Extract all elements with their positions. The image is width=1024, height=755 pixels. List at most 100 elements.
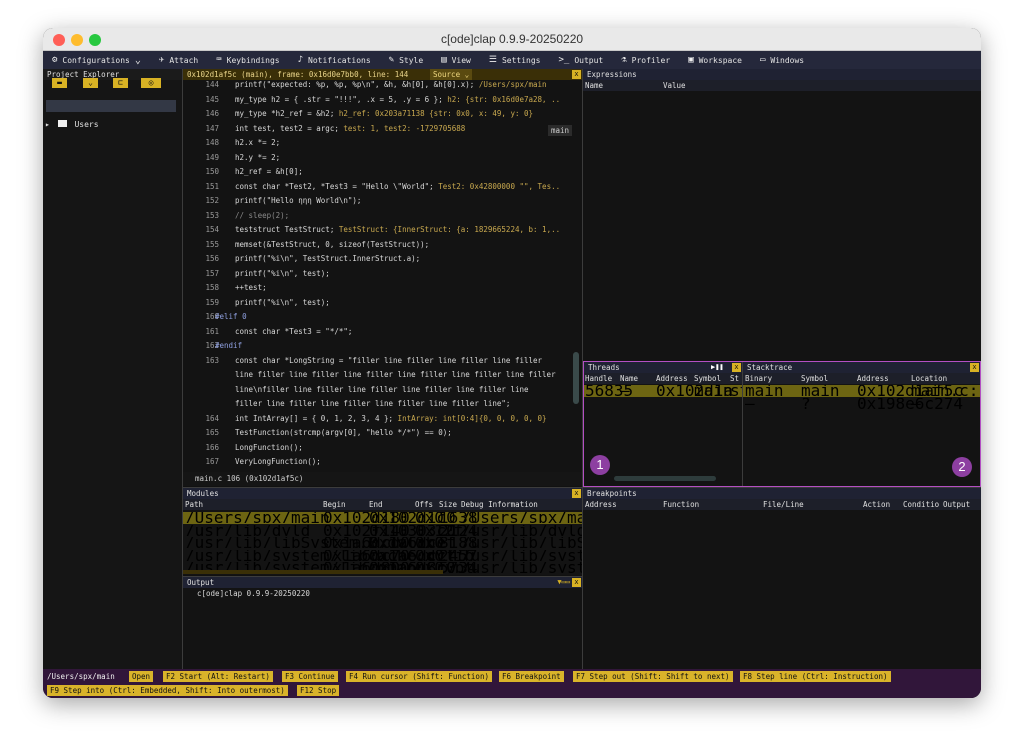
column-header[interactable]: Address (585, 499, 617, 510)
code-line[interactable]: 162 #endif (183, 341, 582, 355)
code-line[interactable]: 148 h2.x *= 2; (183, 138, 582, 152)
fkey-button[interactable]: F6 Breakpoint (499, 671, 564, 682)
tree-item-users[interactable]: ▸ Users (45, 120, 99, 129)
code-line[interactable]: 165 TestFunction(strcmp(argv[0], "hello … (183, 428, 582, 442)
table-row[interactable]: /usr/lib/system/libcache.dylib 0x1a6dc70 0… (183, 550, 582, 562)
source-dropdown[interactable]: Source ⌄ (430, 69, 473, 80)
code-line[interactable]: 156 printf("%i\n", TestStruct.InnerStruc… (183, 254, 582, 268)
tree-button[interactable]: ⊏ (113, 78, 128, 88)
cell-debug: /Users/spx/main.dSYM/Con (461, 512, 582, 523)
menu-workspace[interactable]: ▣ Workspace (679, 51, 751, 69)
code-line[interactable]: 161 const char *Test3 = "*/*"; (183, 327, 582, 341)
fkey-button[interactable]: F2 Start (Alt: Restart) (163, 671, 273, 682)
column-header[interactable]: Location (911, 373, 947, 384)
code-line[interactable]: 164 int IntArray[] = { 0, 1, 2, 3, 4 }; … (183, 414, 582, 428)
column-header[interactable]: File/Line (763, 499, 804, 510)
column-header[interactable]: Binary (745, 373, 772, 384)
column-header[interactable]: Conditio (903, 499, 939, 510)
code-line[interactable]: 163 const char *LongString = "filler lin… (183, 356, 582, 370)
code-line[interactable]: 146 my_type *h2_ref = &h2; h2_ref: 0x203… (183, 109, 582, 123)
column-header[interactable]: Handle (585, 373, 612, 384)
menu-settings[interactable]: ☰ Settings (480, 51, 550, 69)
table-row[interactable]: /Users/spx/main 0x102d180 0x102d1c0 0x0 1638… (183, 512, 582, 524)
threads-scrollbar[interactable] (614, 476, 716, 481)
code-line[interactable]: 152 printf("Hello ηηη World\n"); (183, 196, 582, 210)
column-header[interactable]: Address (857, 373, 889, 384)
inline-value: test: 1, test2: -1729705688 (338, 123, 466, 133)
explorer-filter-input[interactable] (46, 100, 176, 112)
code-line[interactable]: 147 int test, test2 = argc; test: 1, tes… (183, 124, 582, 138)
close-output-button[interactable]: x (572, 578, 581, 587)
fkey-button[interactable]: F7 Step out (Shift: Shift to next) (573, 671, 733, 682)
table-row[interactable]: /usr/lib/dyld 0x102f140 0x10303c0 0x12f 2124… (183, 525, 582, 537)
column-header[interactable]: Name (620, 373, 638, 384)
column-header[interactable]: Debug Information (461, 499, 538, 510)
cell-path: /Users/spx/main (185, 512, 330, 523)
fkey-button[interactable]: F9 Step into (Ctrl: Embedded, Shift: Int… (47, 685, 288, 696)
menu-attach[interactable]: ✈ Attach (150, 51, 207, 69)
thread-controls[interactable]: ▶❚❚ (711, 363, 724, 371)
code-line[interactable]: 159 printf("%i\n", test); (183, 298, 582, 312)
column-header[interactable]: Function (663, 499, 699, 510)
output-toolbar[interactable]: ▼▭▭ (557, 578, 570, 586)
menu-keybindings[interactable]: ⌨ Keybindings (207, 51, 288, 69)
column-header[interactable]: Symbol (694, 373, 721, 384)
column-header[interactable]: Offs (415, 499, 433, 510)
column-header[interactable]: Size (439, 499, 457, 510)
column-header[interactable]: Output (943, 499, 970, 510)
fkey-button[interactable]: F4 Run cursor (Shift: Function) (346, 671, 492, 682)
close-modules-button[interactable]: x (572, 489, 581, 498)
table-row[interactable]: /usr/lib/libSystem.B.dylib 0x1a6dcd0 0x1a6… (183, 537, 582, 549)
column-header[interactable]: St (730, 373, 739, 384)
close-source-button[interactable]: x (572, 70, 581, 79)
code-line[interactable]: 167 VeryLongFunction(); (183, 457, 582, 471)
table-row[interactable]: 56835–0x102d1amainst (584, 385, 742, 397)
code-line[interactable]: 154 teststruct TestStruct; TestStruct: {… (183, 225, 582, 239)
table-row[interactable]: –? 0x198e6c274– (743, 398, 980, 410)
column-header[interactable]: Symbol (801, 373, 828, 384)
code-line[interactable]: 166 LongFunction(); (183, 443, 582, 457)
menu-windows[interactable]: ▭ Windows (751, 51, 813, 69)
line-text: LongFunction(); (235, 442, 303, 452)
code-view[interactable]: 144 printf("expected: %p, %p, %p\n", &h,… (183, 80, 582, 481)
menu-output[interactable]: >_ Output (549, 51, 612, 69)
fkey-button[interactable]: Open (129, 671, 154, 682)
collapse-button[interactable]: ⌄ (83, 78, 98, 88)
code-line[interactable]: filler line filler line filler line fill… (183, 399, 582, 413)
code-line[interactable]: 149 h2.y *= 2; (183, 153, 582, 167)
column-header[interactable]: Action (863, 499, 890, 510)
column-header[interactable]: Address (656, 373, 688, 384)
hide-button[interactable]: ◎ (141, 78, 161, 88)
table-row[interactable]: mainmain0x102d1af5cmain.c:106 (743, 385, 980, 397)
fkey-button[interactable]: F3 Continue (282, 671, 338, 682)
code-line[interactable]: 155 memset(&TestStruct, 0, sizeof(TestSt… (183, 240, 582, 254)
source-panel: 0x102d1af5c (main), frame: 0x16d0e7bb0, … (183, 69, 582, 486)
fkey-button[interactable]: F8 Step line (Ctrl: Instruction) (740, 671, 891, 682)
code-line[interactable]: line\nfiller line filler line filler lin… (183, 385, 582, 399)
editor-scrollbar[interactable] (573, 352, 579, 404)
fkey-button[interactable]: F12 Stop (297, 685, 340, 696)
line-text: memset(&TestStruct, 0, sizeof(TestStruct… (235, 239, 430, 249)
code-line[interactable]: 145 my_type h2 = { .str = "!!!", .x = 5,… (183, 95, 582, 109)
code-line[interactable]: 144 printf("expected: %p, %p, %p\n", &h,… (183, 80, 582, 94)
menu-view[interactable]: ▤ View (432, 51, 480, 69)
close-stacktrace-button[interactable]: x (970, 363, 979, 372)
modules-scrollbar[interactable] (183, 570, 443, 574)
code-line[interactable]: line filler line filler line filler line… (183, 370, 582, 384)
column-header[interactable]: Path (185, 499, 203, 510)
code-line[interactable]: 160 #elif 0 (183, 312, 582, 326)
column-header[interactable]: Begin (323, 499, 346, 510)
menu-style[interactable]: ✎ Style (380, 51, 433, 69)
code-line[interactable]: 150 h2_ref = &h[0]; (183, 167, 582, 181)
column-header[interactable]: End (369, 499, 383, 510)
code-line[interactable]: 153 // sleep(2); (183, 211, 582, 225)
open-folder-button[interactable]: ▬ (52, 78, 67, 88)
line-text: ++test; (235, 283, 267, 292)
menu-profiler[interactable]: ⚗ Profiler (612, 51, 679, 69)
code-line[interactable]: 151 const char *Test2, *Test3 = "Hello \… (183, 182, 582, 196)
code-line[interactable]: 157 printf("%i\n", test); (183, 269, 582, 283)
menu-configurations[interactable]: ⚙ Configurations ⌄ (43, 51, 150, 69)
menu-notifications[interactable]: ♪ Notifications (289, 51, 380, 69)
close-threads-button[interactable]: x (732, 363, 741, 372)
code-line[interactable]: 158 ++test; (183, 283, 582, 297)
